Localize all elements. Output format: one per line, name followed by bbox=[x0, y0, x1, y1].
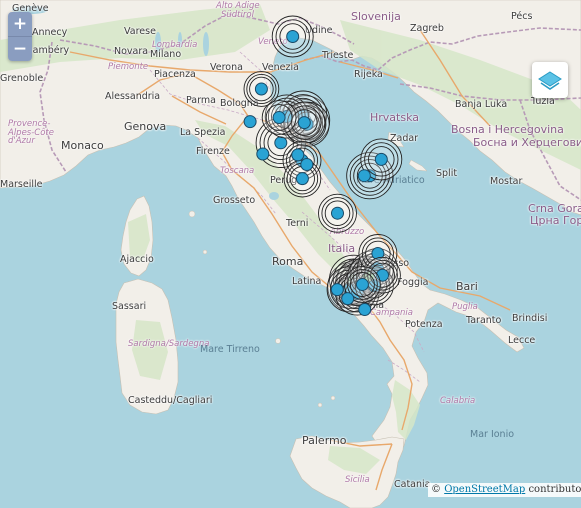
earthquake-dot-blue[interactable] bbox=[358, 303, 372, 316]
earthquake-dot-blue[interactable] bbox=[243, 115, 257, 129]
earthquake-dot-blue[interactable] bbox=[274, 136, 288, 150]
earthquake-dot-blue[interactable] bbox=[331, 206, 344, 220]
earthquake-marker[interactable] bbox=[291, 148, 305, 162]
layers-button[interactable] bbox=[532, 62, 568, 98]
earthquake-marker[interactable] bbox=[261, 100, 297, 135]
earthquake-dot-blue[interactable] bbox=[297, 116, 311, 130]
earthquake-marker[interactable] bbox=[271, 15, 314, 58]
earthquake-dot-blue[interactable] bbox=[300, 158, 314, 171]
earthquake-dot-blue[interactable] bbox=[291, 148, 305, 162]
earthquake-marker[interactable] bbox=[243, 115, 257, 129]
earthquake-marker[interactable] bbox=[358, 303, 372, 316]
earthquake-dot-blue[interactable] bbox=[295, 172, 309, 186]
earthquake-events-layer bbox=[243, 15, 403, 316]
earthquake-dot-blue[interactable] bbox=[357, 169, 371, 183]
zoom-out-button[interactable]: − bbox=[8, 37, 32, 61]
zoom-control: + − bbox=[8, 12, 32, 61]
earthquake-marker[interactable] bbox=[256, 147, 270, 161]
earthquake-dot-blue[interactable] bbox=[272, 111, 286, 124]
earthquake-dot-blue[interactable] bbox=[355, 278, 369, 291]
earthquake-dot-blue[interactable] bbox=[286, 30, 300, 43]
seismic-event-map[interactable]: Slovenija Hrvatska Bosna i Hercegovina Б… bbox=[0, 0, 581, 508]
earthquake-marker[interactable] bbox=[318, 193, 357, 233]
earthquake-dot-blue[interactable] bbox=[374, 152, 388, 166]
openstreetmap-link[interactable]: OpenStreetMap bbox=[444, 484, 525, 495]
earthquake-marker[interactable] bbox=[341, 292, 355, 306]
attribution-suffix: contributors. bbox=[528, 484, 581, 495]
earthquake-dot-blue[interactable] bbox=[254, 82, 268, 96]
zoom-in-button[interactable]: + bbox=[8, 12, 32, 37]
earthquake-marker[interactable] bbox=[357, 169, 371, 183]
layers-icon bbox=[538, 71, 562, 90]
earthquake-marker[interactable] bbox=[300, 158, 314, 171]
earthquake-marker[interactable] bbox=[330, 283, 344, 297]
copyright-symbol: © bbox=[431, 484, 441, 495]
earthquake-dot-blue[interactable] bbox=[330, 283, 344, 297]
attribution: © OpenStreetMap contributors. bbox=[428, 483, 581, 497]
earthquake-dot-blue[interactable] bbox=[341, 292, 355, 306]
earthquake-dot-blue[interactable] bbox=[256, 147, 270, 161]
